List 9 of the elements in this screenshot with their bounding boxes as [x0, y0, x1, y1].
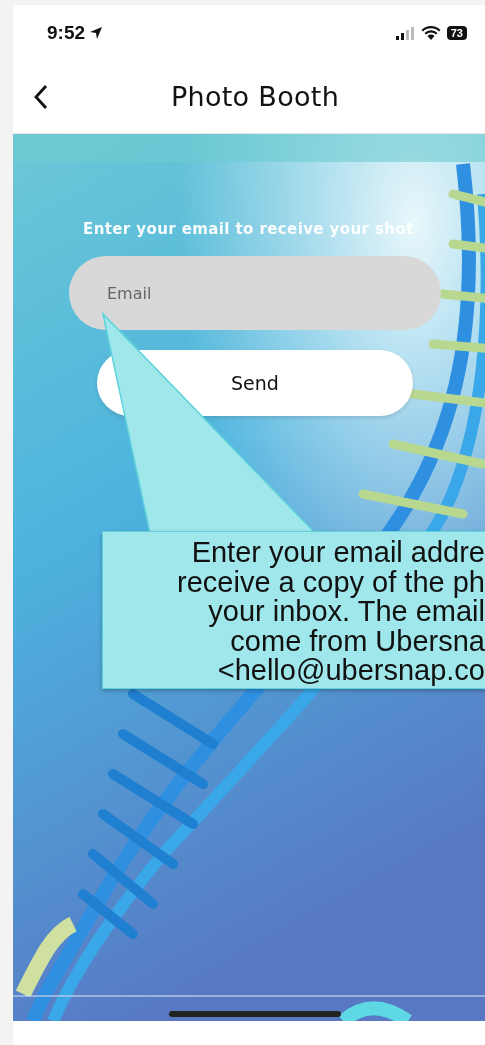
- screen-title: Photo Booth: [170, 81, 340, 112]
- wifi-icon: [420, 24, 441, 41]
- email-field[interactable]: Email: [69, 256, 441, 330]
- tooltip-text: Enter your email addre receive a copy of the ph your inbox. The email come from Ubersna <hello@ubersnap.co: [102, 531, 485, 689]
- signal-icon: [394, 25, 415, 40]
- status-time: 9:52: [47, 21, 86, 44]
- battery-indicator: 73: [446, 25, 467, 40]
- back-icon[interactable]: [33, 83, 49, 110]
- location-arrow-icon: [89, 25, 104, 40]
